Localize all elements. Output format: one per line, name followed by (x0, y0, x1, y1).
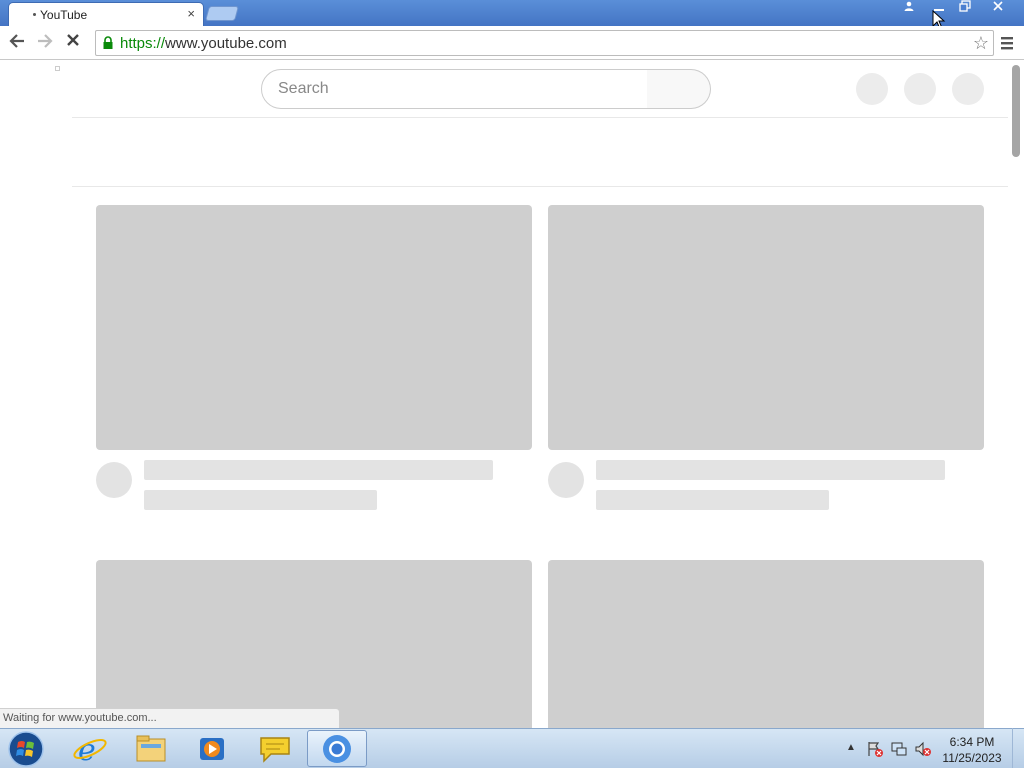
windows-logo-icon (8, 731, 44, 767)
show-hidden-icons-button[interactable]: ▲ (846, 742, 856, 753)
video-meta-placeholder (596, 490, 829, 510)
action-center-flag-icon[interactable] (866, 740, 884, 758)
taskbar-chat[interactable] (245, 730, 305, 767)
show-desktop-button[interactable] (1012, 728, 1024, 768)
page-scrollbar[interactable] (1012, 65, 1020, 157)
stop-loading-button[interactable] (62, 32, 84, 54)
lock-icon (103, 36, 113, 49)
system-tray: ▲ 6:34 PM 11/25/2023 (842, 729, 1024, 769)
browser-toolbar: https://www.youtube.com ☆ (0, 26, 1024, 60)
taskbar-file-explorer[interactable] (121, 730, 181, 767)
clock-time: 6:34 PM (949, 735, 995, 749)
tab-title: YouTube (40, 8, 88, 22)
back-button[interactable] (6, 32, 28, 54)
chat-bubble-icon (260, 737, 290, 763)
restore-icon (959, 0, 971, 12)
taskbar-internet-explorer[interactable]: e (60, 730, 120, 768)
bookmark-star-icon[interactable]: ☆ (973, 33, 989, 54)
maximize-button[interactable] (952, 0, 978, 18)
window-titlebar: YouTube × (0, 0, 1024, 30)
close-icon (993, 1, 1003, 11)
notifications-icon-placeholder[interactable] (904, 73, 936, 105)
clock-date: 11/25/2023 (942, 751, 1002, 765)
address-bar[interactable]: https://www.youtube.com ☆ (95, 30, 994, 56)
create-icon-placeholder[interactable] (856, 73, 888, 105)
video-thumbnail-placeholder[interactable] (548, 560, 984, 729)
video-thumbnail-placeholder[interactable] (96, 205, 532, 450)
window-close-button[interactable] (984, 0, 1012, 18)
avatar-placeholder[interactable] (952, 73, 984, 105)
status-bubble: Waiting for www.youtube.com... (0, 708, 340, 728)
internet-explorer-icon: e (73, 733, 107, 768)
channel-avatar-placeholder (96, 462, 132, 498)
chrome-icon (323, 735, 351, 763)
taskbar-chrome[interactable] (307, 730, 367, 767)
search-input[interactable] (278, 80, 638, 98)
new-tab-button[interactable] (204, 6, 240, 21)
media-player-icon (200, 738, 224, 760)
video-thumbnail-placeholder[interactable] (96, 560, 532, 729)
video-meta-placeholder (144, 490, 377, 510)
loading-spinner-icon (55, 66, 60, 71)
search-box[interactable] (261, 69, 648, 109)
video-title-placeholder (144, 460, 493, 480)
svg-text:e: e (78, 733, 96, 767)
page-content (0, 61, 1024, 729)
person-icon (904, 1, 914, 11)
folder-icon (136, 735, 166, 762)
taskbar-media-player[interactable] (182, 730, 242, 767)
tab-loading-icon (33, 13, 36, 16)
volume-muted-icon[interactable] (914, 740, 932, 758)
start-button[interactable] (6, 730, 46, 768)
tab-close-button[interactable]: × (187, 6, 195, 21)
video-title-placeholder (596, 460, 945, 480)
profile-button[interactable] (896, 0, 922, 18)
url-text[interactable]: https://www.youtube.com (120, 35, 287, 52)
header-divider (72, 117, 1008, 118)
browser-tab-youtube[interactable]: YouTube × (8, 2, 204, 26)
browser-menu-button[interactable] (998, 34, 1016, 52)
forward-arrow-icon (38, 34, 53, 48)
forward-button[interactable] (34, 32, 56, 54)
network-icon[interactable] (890, 740, 908, 758)
search-button[interactable] (647, 69, 711, 109)
hamburger-menu-icon (1001, 37, 1013, 50)
stop-icon (67, 34, 79, 46)
channel-avatar-placeholder (548, 462, 584, 498)
taskbar-clock[interactable]: 6:34 PM 11/25/2023 (936, 734, 1008, 766)
back-arrow-icon (9, 34, 24, 48)
windows-taskbar: e ▲ 6:34 PM 11/25/2023 (0, 728, 1024, 768)
chips-divider (72, 186, 1008, 187)
video-thumbnail-placeholder[interactable] (548, 205, 984, 450)
